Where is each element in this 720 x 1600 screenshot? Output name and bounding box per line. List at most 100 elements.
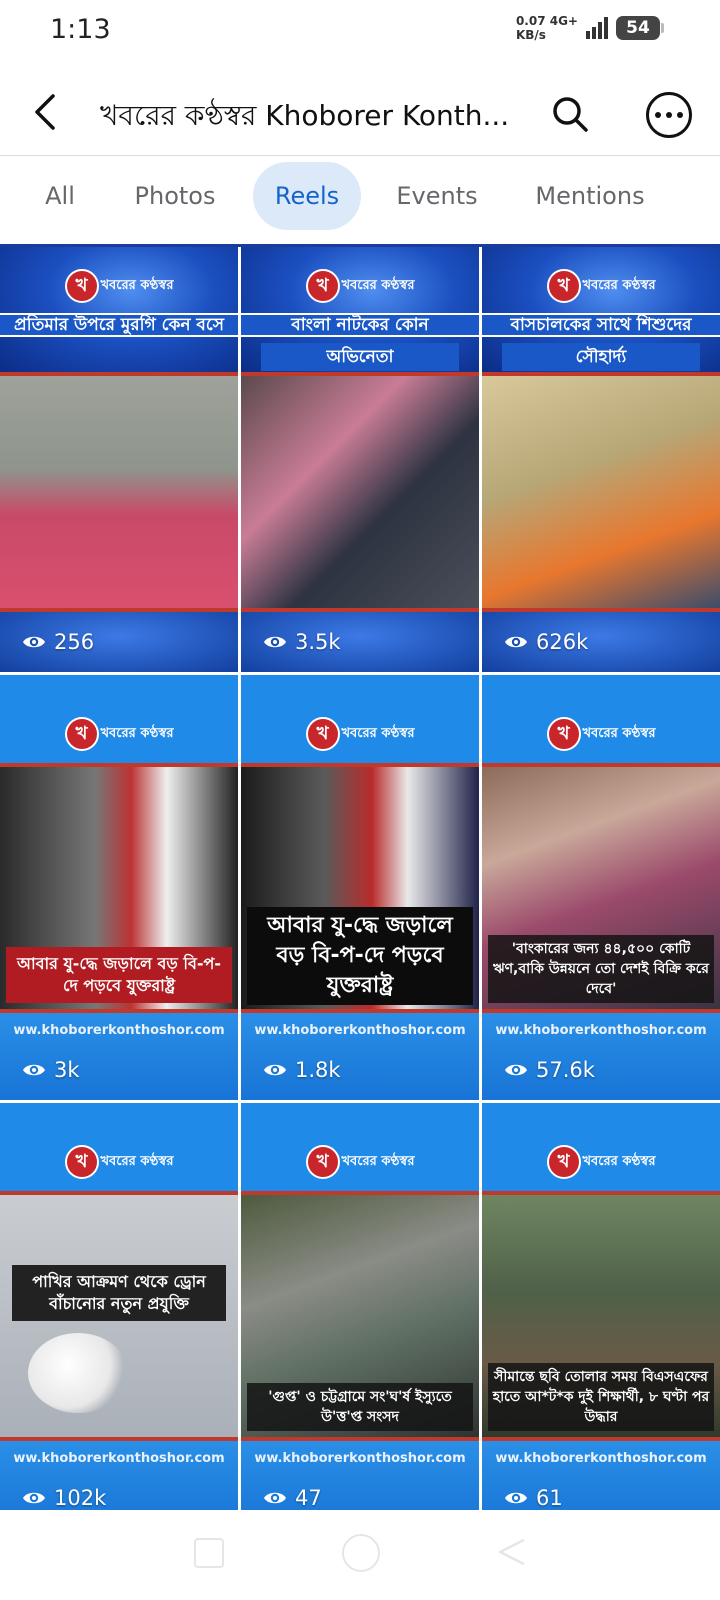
network-speed-value: 0.07 bbox=[515, 14, 546, 28]
logo-text: খবরের কণ্ঠস্বর bbox=[341, 277, 415, 293]
header-divider bbox=[0, 155, 720, 156]
logo-text: খবরের কণ্ঠস্বর bbox=[582, 725, 656, 741]
eye-icon bbox=[264, 636, 286, 648]
reel-thumbnail: 'গুপ্ত' ও চট্টগ্রামে সং'ঘ'র্ষ ইস্যুতে উ'… bbox=[241, 1191, 479, 1441]
back-arrow-icon bbox=[35, 94, 55, 130]
website-url: ww.khoborerkonthoshor.com bbox=[13, 1451, 225, 1466]
back-button[interactable] bbox=[22, 88, 70, 136]
logo-mark-icon: খ bbox=[546, 269, 581, 303]
reel-caption: 'গুপ্ত' ও চট্টগ্রামে সং'ঘ'র্ষ ইস্যুতে উ'… bbox=[247, 1383, 473, 1431]
logo-text: খবরের কণ্ঠস্বর bbox=[341, 1153, 415, 1169]
view-count: 3.5k bbox=[263, 630, 341, 654]
website-url: ww.khoborerkonthoshor.com bbox=[254, 1023, 466, 1038]
reel-footer: ww.khoborerkonthoshor.com bbox=[482, 1013, 720, 1100]
tab-mentions[interactable]: Mentions bbox=[520, 162, 660, 230]
status-bar: 1:13 0.07 4G+ KB/s 54 bbox=[0, 0, 720, 64]
network-type: 4G+ bbox=[549, 14, 578, 28]
view-count-value: 626k bbox=[536, 630, 589, 654]
reel-tile[interactable]: খ খবরের কণ্ঠস্বর সীমান্তে ছবি তোলার সময় … bbox=[482, 1103, 720, 1528]
logo-text: খবরের কণ্ঠস্বর bbox=[582, 1153, 656, 1169]
channel-logo: খ খবরের কণ্ঠস্বর bbox=[482, 269, 720, 303]
reel-tile[interactable]: খ খবরের কণ্ঠস্বর বাংলা নাটকের কোন অভিনেতা… bbox=[241, 247, 479, 672]
reel-footer: ww.khoborerkonthoshor.com bbox=[0, 1013, 238, 1100]
reel-headline: প্রতিমার উপরে মুরগি কেন বসে bbox=[0, 313, 238, 337]
view-count-value: 3.5k bbox=[295, 630, 341, 654]
more-options-button[interactable] bbox=[646, 92, 692, 138]
more-dot-icon bbox=[655, 112, 661, 118]
view-count-value: 102k bbox=[54, 1486, 107, 1510]
channel-logo: খ খবরের কণ্ঠস্বর bbox=[0, 269, 238, 303]
tab-reels[interactable]: Reels bbox=[253, 162, 361, 230]
recents-button[interactable] bbox=[194, 1538, 224, 1568]
reel-banner bbox=[0, 247, 238, 372]
channel-logo: খ খবরের কণ্ঠস্বর bbox=[241, 269, 479, 303]
reel-tile[interactable]: খ খবরের কণ্ঠস্বর বাসচালকের সাথে শিশুদের স… bbox=[482, 247, 720, 672]
reel-thumbnail bbox=[482, 372, 720, 612]
reel-thumbnail bbox=[241, 372, 479, 612]
reel-caption: সীমান্তে ছবি তোলার সময় বিএসএফের হাতে আ*… bbox=[488, 1363, 714, 1431]
tab-all[interactable]: All bbox=[22, 162, 98, 230]
reel-thumbnail: সীমান্তে ছবি তোলার সময় বিএসএফের হাতে আ*… bbox=[482, 1191, 720, 1441]
drone-image bbox=[28, 1333, 128, 1413]
reel-tile[interactable]: খ খবরের কণ্ঠস্বর আবার যু-দ্ধে জড়ালে বড় … bbox=[0, 675, 238, 1100]
logo-mark-icon: খ bbox=[64, 717, 99, 751]
logo-text: খবরের কণ্ঠস্বর bbox=[341, 725, 415, 741]
eye-icon bbox=[505, 636, 527, 648]
website-url: ww.khoborerkonthoshor.com bbox=[495, 1023, 707, 1038]
battery-level: 54 bbox=[626, 18, 650, 38]
view-count-value: 47 bbox=[295, 1486, 322, 1510]
view-count: 57.6k bbox=[504, 1058, 595, 1082]
view-count-value: 256 bbox=[54, 630, 95, 654]
page-title: খবরের কণ্ঠস্বর Khoborer Konth... bbox=[100, 99, 510, 132]
more-dot-icon bbox=[666, 112, 672, 118]
channel-logo: খ খবরের কণ্ঠস্বর bbox=[482, 717, 720, 751]
reel-thumbnail: পাখির আক্রমণ থেকে ড্রোন বাঁচানোর নতুন প্… bbox=[0, 1191, 238, 1441]
view-count: 61 bbox=[504, 1486, 563, 1510]
channel-logo: খ খবরের কণ্ঠস্বর bbox=[482, 1145, 720, 1179]
logo-text: খবরের কণ্ঠস্বর bbox=[100, 725, 174, 741]
battery-icon: 54 bbox=[616, 16, 664, 40]
reel-tile[interactable]: খ খবরের কণ্ঠস্বর 'গুপ্ত' ও চট্টগ্রামে সং'… bbox=[241, 1103, 479, 1528]
view-count: 1.8k bbox=[263, 1058, 341, 1082]
view-count: 626k bbox=[504, 630, 588, 654]
eye-icon bbox=[264, 1492, 286, 1504]
reel-tile[interactable]: খ খবরের কণ্ঠস্বর পাখির আক্রমণ থেকে ড্রোন … bbox=[0, 1103, 238, 1528]
reel-headline-line2: সৌহার্দ্য bbox=[502, 343, 700, 371]
view-count: 47 bbox=[263, 1486, 322, 1510]
signal-icon bbox=[586, 17, 608, 39]
view-count: 256 bbox=[22, 630, 94, 654]
reel-caption: 'বাংকারের জন্য ৪৪,৫০০ কোটি ঋণ,বাকি উন্নয… bbox=[488, 935, 714, 1003]
reel-tile[interactable]: খ খবরের কণ্ঠস্বর আবার যু-দ্ধে জড়ালে বড় … bbox=[241, 675, 479, 1100]
reel-tile[interactable]: খ খবরের কণ্ঠস্বর প্রতিমার উপরে মুরগি কেন … bbox=[0, 247, 238, 672]
home-button[interactable] bbox=[342, 1534, 380, 1572]
reel-footer: ww.khoborerkonthoshor.com bbox=[241, 1013, 479, 1100]
reel-caption: আবার যু-দ্ধে জড়ালে বড় বি-প-দে পড়বে যু… bbox=[247, 907, 473, 1005]
reel-headline: বাংলা নাটকের কোন bbox=[241, 313, 479, 337]
reel-headline-line2: অভিনেতা bbox=[261, 343, 459, 371]
logo-mark-icon: খ bbox=[305, 1145, 340, 1179]
system-nav-bar bbox=[0, 1510, 720, 1600]
reel-caption: আবার যু-দ্ধে জড়ালে বড় বি-প-দে পড়বে যু… bbox=[6, 947, 232, 1003]
eye-icon bbox=[23, 636, 45, 648]
logo-text: খবরের কণ্ঠস্বর bbox=[100, 277, 174, 293]
logo-mark-icon: খ bbox=[546, 1145, 581, 1179]
eye-icon bbox=[505, 1492, 527, 1504]
tab-bar: All Photos Reels Events Mentions bbox=[0, 162, 720, 232]
channel-logo: খ খবরের কণ্ঠস্বর bbox=[241, 1145, 479, 1179]
reel-tile[interactable]: খ খবরের কণ্ঠস্বর 'বাংকারের জন্য ৪৪,৫০০ কো… bbox=[482, 675, 720, 1100]
eye-icon bbox=[264, 1064, 286, 1076]
logo-mark-icon: খ bbox=[64, 1145, 99, 1179]
view-count: 102k bbox=[22, 1486, 106, 1510]
logo-mark-icon: খ bbox=[546, 717, 581, 751]
logo-text: খবরের কণ্ঠস্বর bbox=[582, 277, 656, 293]
tab-events[interactable]: Events bbox=[380, 162, 494, 230]
tab-photos[interactable]: Photos bbox=[116, 162, 234, 230]
logo-mark-icon: খ bbox=[305, 717, 340, 751]
search-button[interactable] bbox=[546, 90, 594, 138]
website-url: ww.khoborerkonthoshor.com bbox=[254, 1451, 466, 1466]
eye-icon bbox=[505, 1064, 527, 1076]
reel-thumbnail: আবার যু-দ্ধে জড়ালে বড় বি-প-দে পড়বে যু… bbox=[241, 763, 479, 1013]
nav-back-icon[interactable] bbox=[496, 1536, 528, 1568]
channel-logo: খ খবরের কণ্ঠস্বর bbox=[0, 1145, 238, 1179]
reel-headline: বাসচালকের সাথে শিশুদের bbox=[482, 313, 720, 337]
